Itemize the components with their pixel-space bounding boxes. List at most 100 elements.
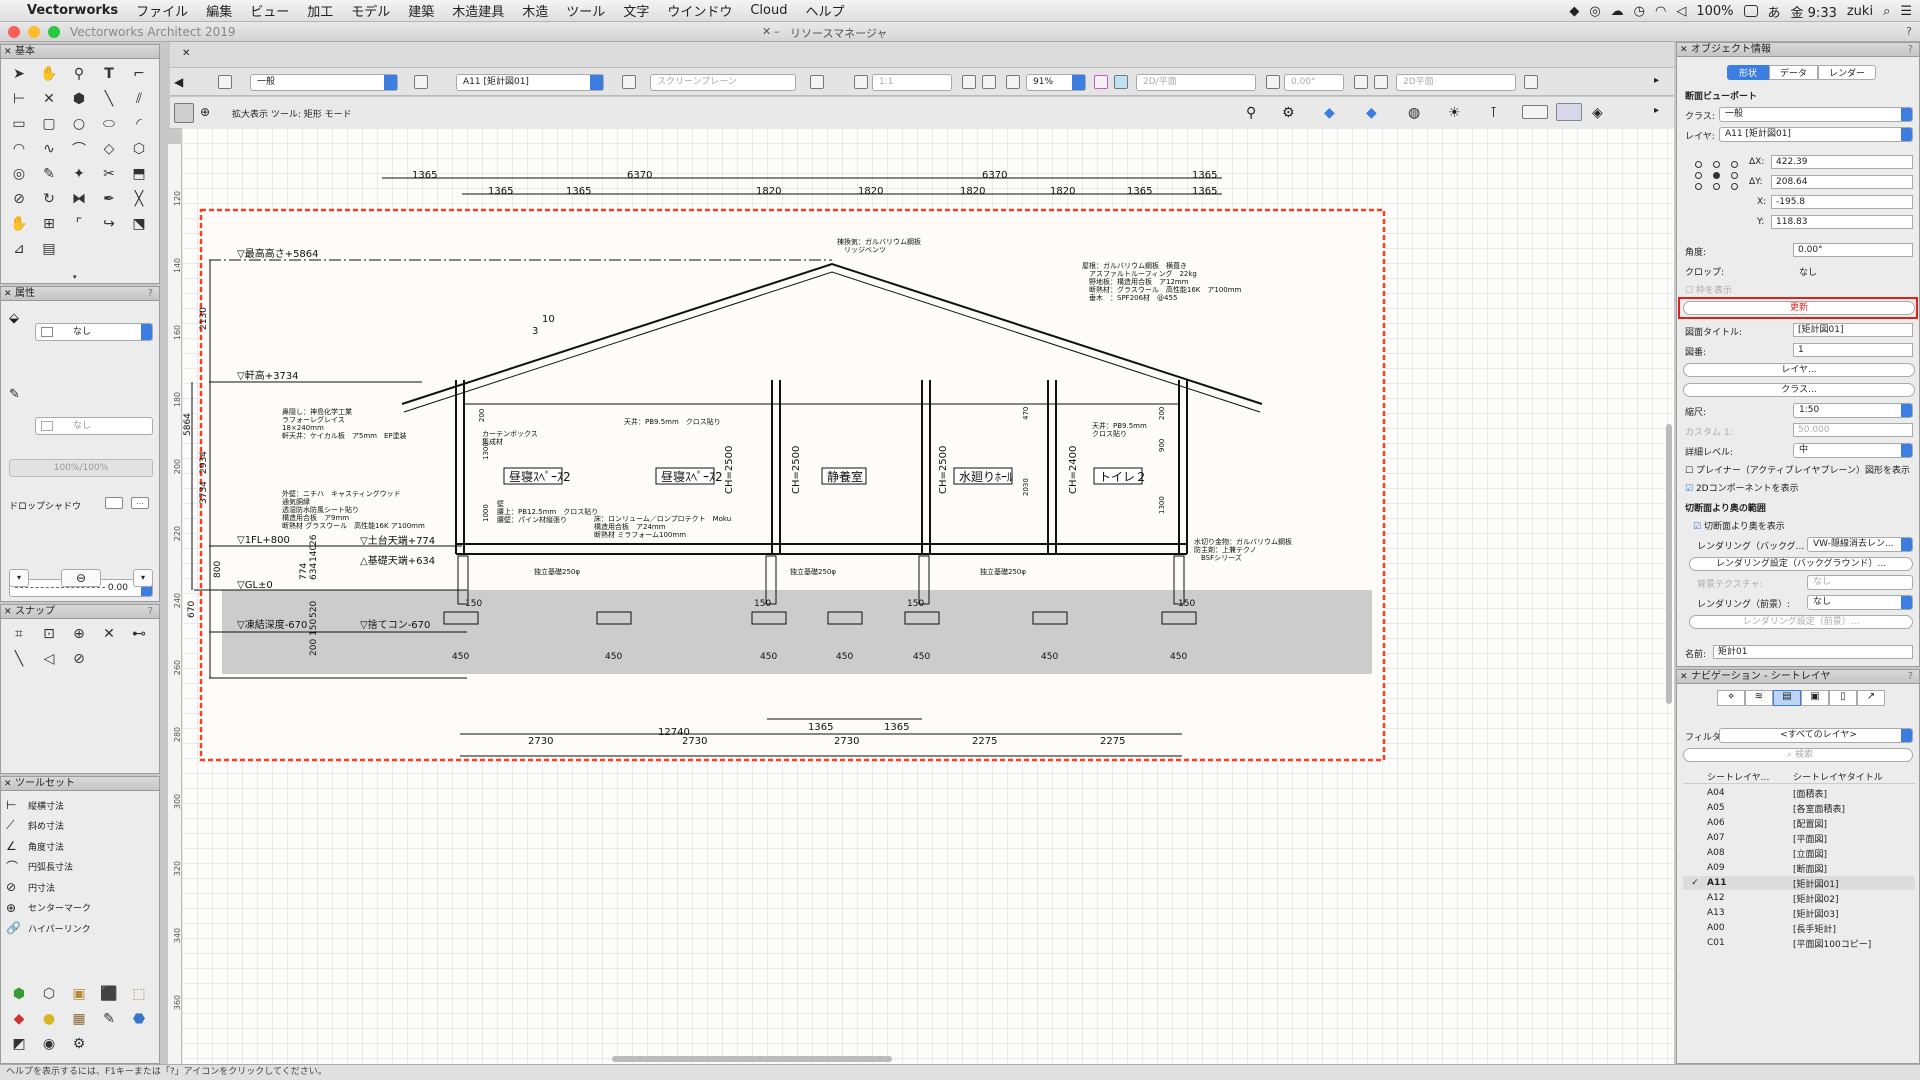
- dx-field[interactable]: 422.39: [1771, 155, 1913, 169]
- zoom-out-mode-icon[interactable]: ⊕: [200, 105, 214, 119]
- toolset-item[interactable]: ⊘ 円寸法: [1, 877, 159, 898]
- rounded-rect-tool-icon[interactable]: ▢: [34, 111, 64, 136]
- standard-view-icon[interactable]: [1094, 75, 1108, 89]
- menu-tools[interactable]: ツール: [566, 1, 605, 20]
- snap-edge-icon[interactable]: ⊘: [64, 646, 94, 671]
- render-icon[interactable]: [1374, 75, 1388, 89]
- split-tool-icon[interactable]: ╳: [124, 186, 154, 211]
- minimize-icon[interactable]: [28, 26, 40, 38]
- angle-field[interactable]: 0.00°: [1793, 243, 1913, 257]
- rotate-tool-icon[interactable]: ↻: [34, 186, 64, 211]
- lighting-icon[interactable]: [1524, 75, 1538, 89]
- table-row[interactable]: C01 [平面図100コピー]: [1683, 936, 1915, 950]
- dimension-tool-icon[interactable]: ⊢: [4, 86, 34, 111]
- drawing-title-field[interactable]: [矩計図01]: [1793, 323, 1913, 337]
- table-row[interactable]: A12 [矩計図02]: [1683, 891, 1915, 905]
- bg-texture-select[interactable]: なし: [1807, 575, 1913, 590]
- toolset-item[interactable]: ⟋ 斜め寸法: [1, 816, 159, 837]
- table-row[interactable]: A04 [面積表]: [1683, 786, 1915, 800]
- circle-tool-icon[interactable]: ○: [64, 111, 94, 136]
- table-row[interactable]: A09 [断面図]: [1683, 861, 1915, 875]
- menu-app[interactable]: Vectorworks: [27, 3, 118, 18]
- layer-select[interactable]: A11 [矩計図01]: [456, 74, 604, 91]
- dropbox-icon[interactable]: ◆: [1569, 4, 1579, 19]
- drop-shadow-toggle[interactable]: [105, 497, 123, 509]
- offset-tool-icon[interactable]: ⊞: [34, 211, 64, 236]
- reshape-tool-icon[interactable]: ✋: [4, 211, 34, 236]
- opacity-button[interactable]: 100%/100%: [9, 459, 153, 477]
- 3d-toolset-icon[interactable]: ▦: [64, 1006, 94, 1031]
- zoom-fit-icon[interactable]: [982, 75, 996, 89]
- search-field[interactable]: ⌕ 検索: [1683, 748, 1913, 762]
- zoom-tool-icon[interactable]: ⚲: [64, 61, 94, 86]
- fillet-tool-icon[interactable]: ⌜: [64, 211, 94, 236]
- fill-select[interactable]: なし: [35, 323, 153, 341]
- rectangle-tool-icon[interactable]: ▭: [4, 111, 34, 136]
- filter-select[interactable]: <すべてのレイヤ>: [1719, 728, 1913, 743]
- menu-help[interactable]: ヘルプ: [805, 1, 844, 20]
- projection-icon[interactable]: [1114, 75, 1128, 89]
- chamfer-tool-icon[interactable]: ⬔: [124, 211, 154, 236]
- snap-object-icon[interactable]: ⊡: [34, 621, 64, 646]
- toolset-item[interactable]: 🔗 ハイパーリンク: [1, 918, 159, 939]
- class-select[interactable]: 一般: [250, 74, 398, 91]
- design-layers-tab-icon[interactable]: ≋: [1745, 690, 1773, 706]
- freehand-tool-icon[interactable]: ∿: [34, 136, 64, 161]
- landscape-toolset-icon[interactable]: ◩: [4, 1031, 34, 1056]
- close-icon[interactable]: ✕: [762, 25, 771, 38]
- trim-tool-icon[interactable]: ✂: [94, 161, 124, 186]
- table-row[interactable]: A07 [平面図]: [1683, 831, 1915, 845]
- close-icon[interactable]: ✕: [182, 48, 190, 59]
- snap-intersection-icon[interactable]: ✕: [94, 621, 124, 646]
- end-marker-button[interactable]: ▾: [133, 569, 153, 587]
- render-select[interactable]: 2D平面: [1396, 74, 1516, 91]
- toolset-item[interactable]: ⊢ 縦横寸法: [1, 795, 159, 816]
- view-select[interactable]: 2D/平面: [1136, 74, 1256, 91]
- furniture-toolset-icon[interactable]: ▣: [64, 981, 94, 1006]
- walkthrough-icon[interactable]: ⊺: [1490, 105, 1504, 121]
- line-tool-icon[interactable]: ╲: [94, 86, 124, 111]
- input-method-icon[interactable]: あ: [1768, 2, 1781, 21]
- beyond-checkbox[interactable]: ☑ 切断面より奥を表示: [1693, 519, 1785, 532]
- scale-select[interactable]: 1:50: [1793, 403, 1913, 418]
- notification-icon[interactable]: ☰: [1900, 4, 1912, 19]
- snap-grid-icon[interactable]: ⌗: [4, 621, 34, 646]
- help-icon[interactable]: ?: [1906, 25, 1912, 38]
- building-toolset-icon[interactable]: ⬡: [34, 981, 64, 1006]
- column-header[interactable]: シートレイヤ...: [1707, 770, 1793, 783]
- symbol-tool-icon[interactable]: ⬢: [64, 86, 94, 111]
- menu-cloud[interactable]: Cloud: [750, 3, 787, 18]
- toolset-item[interactable]: ⊕ センターマーク: [1, 898, 159, 919]
- selection-tool-icon[interactable]: ➤: [4, 61, 34, 86]
- menu-wood-fittings[interactable]: 木造建具: [452, 1, 504, 20]
- classes-tab-icon[interactable]: ⋄: [1717, 690, 1745, 706]
- mirror-tool-icon[interactable]: ⧓: [64, 186, 94, 211]
- eraser-icon[interactable]: ◈: [1592, 105, 1606, 121]
- overflow-icon[interactable]: ▸: [1654, 75, 1668, 89]
- user-label[interactable]: zuki: [1847, 4, 1873, 19]
- rotate-plan-icon[interactable]: [1266, 75, 1280, 89]
- snap-surface-icon[interactable]: ◁: [34, 646, 64, 671]
- time-machine-icon[interactable]: ◷: [1634, 4, 1645, 19]
- snap-loupe-icon[interactable]: ⚲: [1246, 105, 1260, 121]
- polyline-tool-icon[interactable]: ⌒: [64, 136, 94, 161]
- object-toolset-icon[interactable]: ⬣: [124, 1006, 154, 1031]
- table-row[interactable]: A13 [矩計図03]: [1683, 906, 1915, 920]
- table-row[interactable]: A06 [配置図]: [1683, 816, 1915, 830]
- settings-icon[interactable]: ⚙: [1282, 105, 1296, 121]
- machine-toolset-icon[interactable]: ◉: [34, 1031, 64, 1056]
- menu-view[interactable]: ビュー: [250, 1, 289, 20]
- table-row[interactable]: A05 [各室面積表]: [1683, 801, 1915, 815]
- sheet-icon[interactable]: [810, 75, 824, 89]
- layers-button[interactable]: レイヤ...: [1683, 363, 1915, 377]
- visualization-toolset-icon[interactable]: ✎: [94, 1006, 124, 1031]
- zoom-icon[interactable]: [48, 26, 60, 38]
- scale-field[interactable]: 1:1: [872, 74, 952, 91]
- gear-toolset-icon[interactable]: ⚙: [64, 1031, 94, 1056]
- polygon-tool-icon[interactable]: ◇: [94, 136, 124, 161]
- classes-button[interactable]: クラス...: [1683, 383, 1915, 397]
- zoom-select[interactable]: 91%: [1026, 74, 1086, 91]
- flyover-icon[interactable]: ☀: [1448, 105, 1462, 121]
- layer-select[interactable]: A11 [矩計図01]: [1719, 127, 1913, 142]
- line-render-settings-button[interactable]: レンダリング設定（前景）...: [1689, 615, 1913, 629]
